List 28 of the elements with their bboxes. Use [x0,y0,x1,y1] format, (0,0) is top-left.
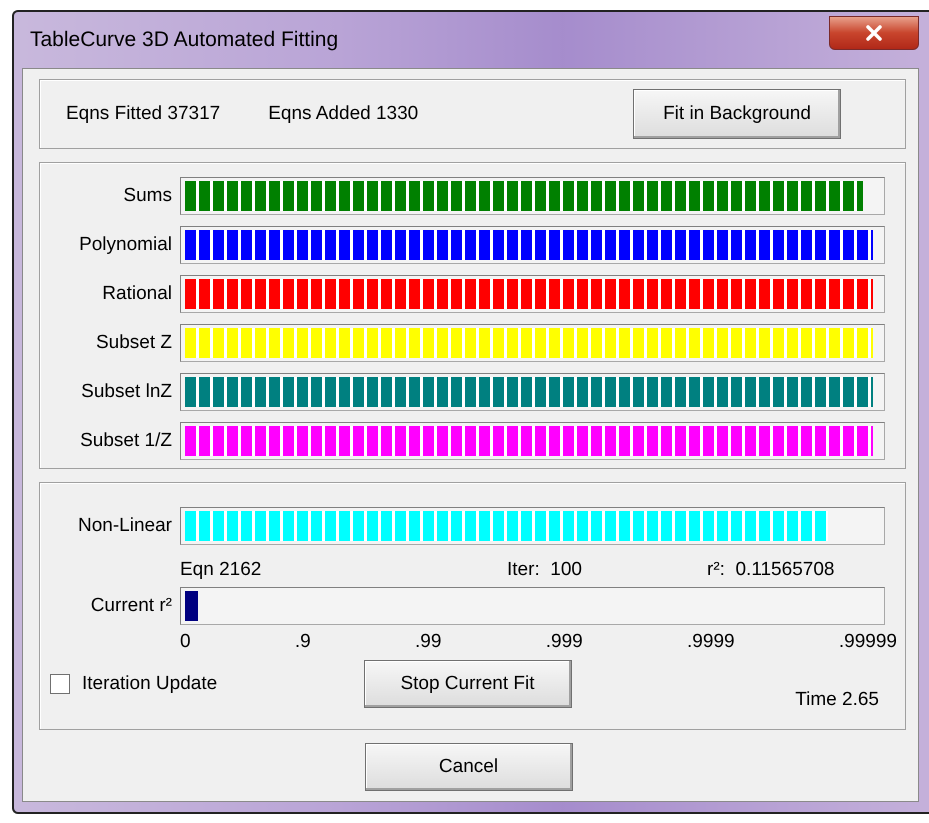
close-icon [865,25,883,41]
bar-label: Subset Z [94,332,172,354]
axis-tick-label: .9 [294,631,311,654]
bar-label: Subset lnZ [80,381,172,403]
axis-tick-label: .9999 [687,631,735,654]
equation-text: Eqn 2162 [180,559,262,582]
cancel-button[interactable]: Cancel [364,743,572,791]
bar-label: Rational [101,283,172,305]
bar-label: Sums [122,185,172,207]
axis-tick-label: .99 [415,631,442,654]
iteration-update-checkbox[interactable]: Iteration Update [50,673,364,695]
stop-current-fit-button[interactable]: Stop Current Fit [364,660,572,708]
axis-tick-label: .99999 [838,631,897,654]
bar-label: Polynomial [78,234,172,256]
window-title: TableCurve 3D Automated Fitting [30,28,338,52]
time-text: Time 2.65 [795,689,879,711]
bar-label: Subset 1/Z [79,430,172,452]
axis-tick-label: 0 [180,631,191,654]
checkbox[interactable] [50,674,70,694]
eqns-added-text: Eqns Added 1330 [268,103,418,125]
r-squared-text: r²: 0.11565708 [707,559,836,582]
axis-tick-label: .999 [546,631,583,654]
close-button[interactable] [829,16,919,50]
bar-label: Current r² [90,595,172,617]
fit-in-background-button[interactable]: Fit in Background [633,89,841,139]
bar-label: Non-Linear [77,515,172,537]
eqns-fitted-text: Eqns Fitted 37317 [66,103,220,125]
iteration-text: Iter: 100 [507,559,583,582]
